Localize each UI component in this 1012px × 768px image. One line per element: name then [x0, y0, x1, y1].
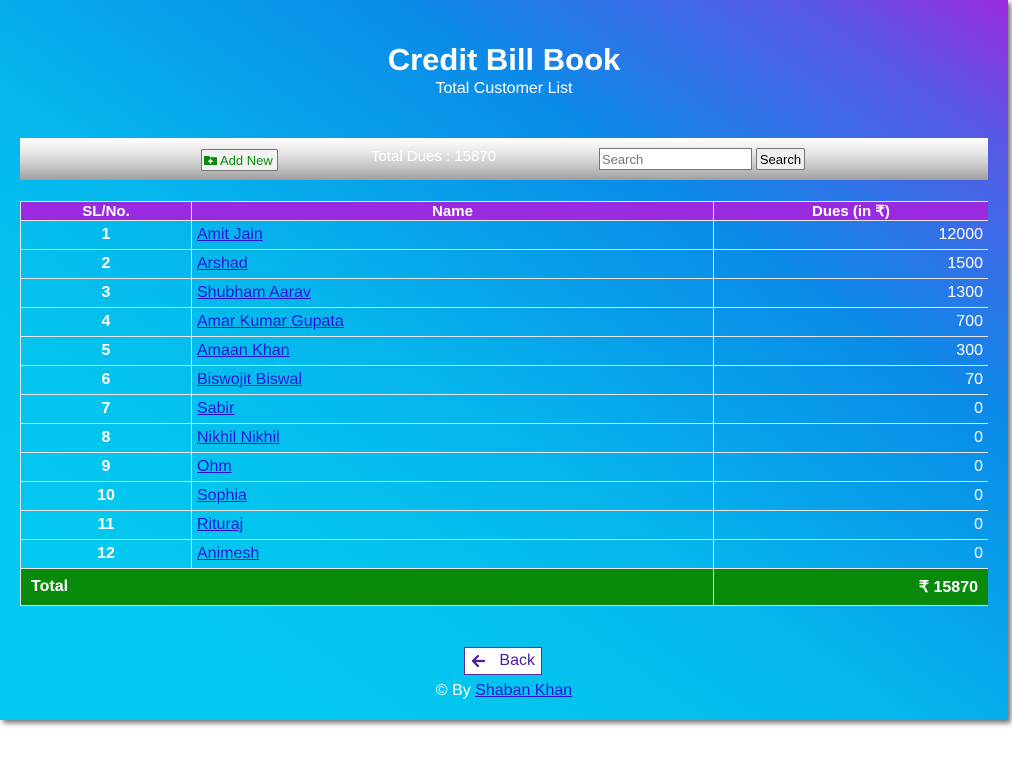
row-name-cell: Shubham Aarav	[191, 278, 714, 308]
arrow-left-icon	[471, 654, 485, 668]
back-label: Back	[499, 652, 535, 669]
table-row: 11 Rituraj 0	[20, 510, 988, 540]
customer-name-link[interactable]: Rituraj	[197, 516, 243, 533]
customer-table: SL/No. Name Dues (in ₹) 1 Amit Jain 12000 2…	[20, 201, 988, 606]
total-amount: ₹ 15870	[713, 568, 988, 606]
row-name-cell: Amaan Khan	[191, 336, 714, 366]
row-dues: 700	[713, 307, 988, 337]
row-sl: 8	[20, 423, 192, 453]
row-sl: 12	[20, 539, 192, 569]
row-dues: 0	[713, 510, 988, 540]
row-name-cell: Arshad	[191, 249, 714, 279]
row-sl: 3	[20, 278, 192, 308]
row-dues: 0	[713, 481, 988, 511]
row-sl: 7	[20, 394, 192, 424]
page-subtitle: Total Customer List	[435, 80, 573, 97]
table-row: 4 Amar Kumar Gupata 700	[20, 307, 988, 337]
table-row: 9 Ohm 0	[20, 452, 988, 482]
row-name-cell: Biswojit Biswal	[191, 365, 714, 395]
row-dues: 300	[713, 336, 988, 366]
table-row: 12 Animesh 0	[20, 539, 988, 569]
row-dues: 0	[713, 423, 988, 453]
table-row: 10 Sophia 0	[20, 481, 988, 511]
table-row: 5 Amaan Khan 300	[20, 336, 988, 366]
row-sl: 10	[20, 481, 192, 511]
customer-name-link[interactable]: Arshad	[197, 255, 248, 272]
customer-table-container[interactable]: SL/No. Name Dues (in ₹) 1 Amit Jain 12000 2…	[20, 201, 988, 606]
row-name-cell: Animesh	[191, 539, 714, 569]
row-sl: 1	[20, 220, 192, 250]
back-button[interactable]: Back	[464, 647, 542, 675]
table-row: 3 Shubham Aarav 1300	[20, 278, 988, 308]
customer-name-link[interactable]: Ohm	[197, 458, 232, 475]
toolbar: Add New Total Dues : 15870 Search	[20, 138, 988, 180]
table-row: 8 Nikhil Nikhil 0	[20, 423, 988, 453]
row-dues: 12000	[713, 220, 988, 250]
add-new-label: Add New	[220, 152, 273, 168]
row-sl: 9	[20, 452, 192, 482]
footer-credit: © By Shaban Khan	[0, 682, 1008, 700]
row-name-cell: Sophia	[191, 481, 714, 511]
row-name-cell: Sabir	[191, 394, 714, 424]
row-name-cell: Amar Kumar Gupata	[191, 307, 714, 337]
row-sl: 5	[20, 336, 192, 366]
table-row: 1 Amit Jain 12000	[20, 220, 988, 250]
author-link[interactable]: Shaban Khan	[475, 682, 572, 699]
total-label: Total	[20, 568, 714, 606]
total-dues: Total Dues : 15870	[371, 148, 497, 165]
customer-name-link[interactable]: Shubham Aarav	[197, 284, 311, 301]
row-dues: 1300	[713, 278, 988, 308]
table-row: 6 Biswojit Biswal 70	[20, 365, 988, 395]
folder-plus-icon	[204, 156, 217, 165]
table-header-row: SL/No. Name Dues (in ₹)	[20, 201, 988, 221]
page-title: Credit Bill Book	[387, 42, 621, 77]
row-dues: 70	[713, 365, 988, 395]
row-dues: 0	[713, 394, 988, 424]
row-name-cell: Rituraj	[191, 510, 714, 540]
row-sl: 6	[20, 365, 192, 395]
row-dues: 1500	[713, 249, 988, 279]
row-name-cell: Ohm	[191, 452, 714, 482]
row-sl: 4	[20, 307, 192, 337]
customer-name-link[interactable]: Sophia	[197, 487, 247, 504]
customer-name-link[interactable]: Nikhil Nikhil	[197, 429, 280, 446]
main-panel: Credit Bill Book Total Customer List Add…	[0, 0, 1008, 720]
total-row: Total ₹ 15870	[20, 568, 988, 606]
search-button[interactable]: Search	[756, 148, 805, 170]
customer-name-link[interactable]: Biswojit Biswal	[197, 371, 302, 388]
customer-name-link[interactable]: Amar Kumar Gupata	[197, 313, 344, 330]
customer-name-link[interactable]: Amit Jain	[197, 226, 263, 243]
table-row: 7 Sabir 0	[20, 394, 988, 424]
row-dues: 0	[713, 452, 988, 482]
header-dues: Dues (in ₹)	[713, 201, 988, 221]
row-dues: 0	[713, 539, 988, 569]
customer-name-link[interactable]: Amaan Khan	[197, 342, 290, 359]
header-sl: SL/No.	[20, 201, 192, 221]
add-new-button[interactable]: Add New	[201, 149, 278, 171]
customer-name-link[interactable]: Sabir	[197, 400, 234, 417]
search-input[interactable]	[599, 148, 752, 170]
row-sl: 2	[20, 249, 192, 279]
row-name-cell: Nikhil Nikhil	[191, 423, 714, 453]
table-row: 2 Arshad 1500	[20, 249, 988, 279]
copyright-text: © By	[435, 682, 471, 699]
header-name: Name	[191, 201, 714, 221]
customer-name-link[interactable]: Animesh	[197, 545, 259, 562]
row-sl: 11	[20, 510, 192, 540]
row-name-cell: Amit Jain	[191, 220, 714, 250]
